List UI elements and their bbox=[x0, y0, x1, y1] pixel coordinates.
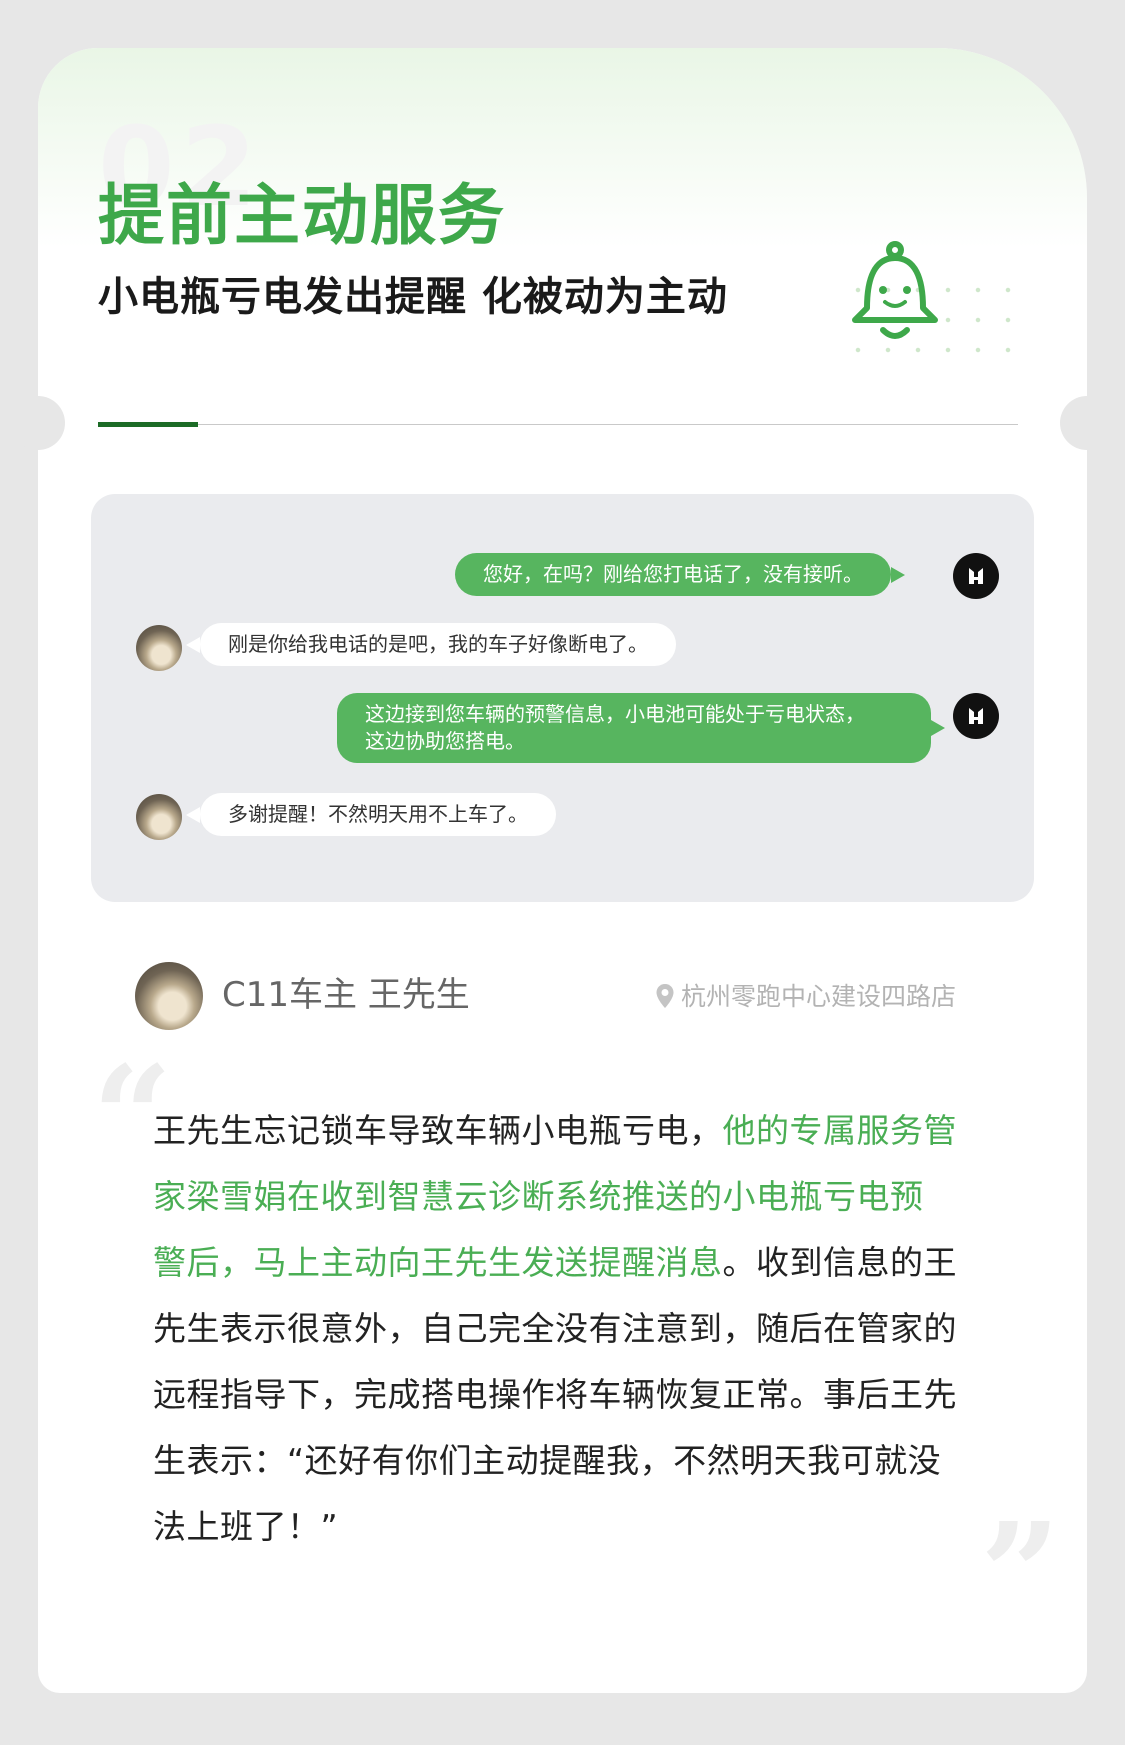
story-segment: 远程指导下，完成搭电操作将车辆恢复正常。事后王先 bbox=[153, 1375, 957, 1414]
story-highlight: 警后，马上主动向王先生发送提醒消息 bbox=[153, 1243, 723, 1282]
story-line: 远程指导下，完成搭电操作将车辆恢复正常。事后王先 bbox=[153, 1362, 1001, 1428]
store-location: 杭州零跑中心建设四路店 bbox=[655, 983, 956, 1009]
chat-message-text: 刚是你给我电话的是吧，我的车子好像断电了。 bbox=[228, 632, 648, 656]
bell-icon bbox=[852, 241, 938, 339]
story-segment: 。收到信息的王 bbox=[722, 1243, 957, 1282]
chat-bubble-user: 多谢提醒！不然明天用不上车了。 bbox=[186, 793, 556, 836]
agent-avatar bbox=[953, 553, 999, 599]
chat-message-line: 这边协助您搭电。 bbox=[365, 729, 525, 753]
page-title: 提前主动服务 bbox=[98, 177, 506, 254]
owner-name: C11车主 王先生 bbox=[222, 975, 470, 1015]
story-line: 警后，马上主动向王先生发送提醒消息。收到信息的王 bbox=[153, 1230, 1001, 1296]
story-line: 生表示：“还好有你们主动提醒我，不然明天我可就没 bbox=[153, 1428, 1001, 1494]
brand-logo-icon bbox=[969, 568, 983, 584]
agent-avatar bbox=[953, 693, 999, 739]
story-segment: 法上班了！” bbox=[153, 1507, 339, 1546]
chat-bubble-agent: 您好，在吗？刚给您打电话了，没有接听。 bbox=[455, 553, 905, 596]
chat-message-text: 多谢提醒！不然明天用不上车了。 bbox=[228, 802, 528, 826]
story-line: 王先生忘记锁车导致车辆小电瓶亏电，他的专属服务管 bbox=[153, 1098, 1001, 1164]
user-avatar bbox=[136, 625, 182, 671]
chat-bubble-agent: 这边接到您车辆的预警信息，小电池可能处于亏电状态， 这边协助您搭电。 bbox=[337, 693, 945, 763]
chat-message-text: 您好，在吗？刚给您打电话了，没有接听。 bbox=[483, 562, 863, 586]
story-line: 法上班了！” bbox=[153, 1494, 1001, 1560]
chat-message-line: 这边接到您车辆的预警信息，小电池可能处于亏电状态， bbox=[365, 702, 865, 726]
brand-logo-icon bbox=[969, 708, 983, 724]
story-line: 家梁雪娟在收到智慧云诊断系统推送的小电瓶亏电预 bbox=[153, 1164, 1001, 1230]
story-highlight: 家梁雪娟在收到智慧云诊断系统推送的小电瓶亏电预 bbox=[153, 1177, 924, 1216]
card-notch-right bbox=[1060, 396, 1114, 450]
divider-accent bbox=[98, 422, 198, 427]
story-segment: 先生表示很意外，自己完全没有注意到，随后在管家的 bbox=[153, 1309, 957, 1348]
owner-avatar bbox=[135, 962, 203, 1030]
story-text: 王先生忘记锁车导致车辆小电瓶亏电，他的专属服务管 家梁雪娟在收到智慧云诊断系统推… bbox=[153, 1098, 1001, 1560]
card-notch-left bbox=[11, 396, 65, 450]
story-segment: 生表示：“还好有你们主动提醒我，不然明天我可就没 bbox=[153, 1441, 942, 1480]
user-avatar bbox=[136, 794, 182, 840]
location-text: 杭州零跑中心建设四路店 bbox=[681, 981, 957, 1011]
page-subtitle: 小电瓶亏电发出提醒 化被动为主动 bbox=[98, 274, 728, 320]
location-pin-icon bbox=[656, 984, 674, 1008]
story-highlight: 他的专属服务管 bbox=[722, 1111, 957, 1150]
chat-bubble-user: 刚是你给我电话的是吧，我的车子好像断电了。 bbox=[186, 623, 676, 666]
divider-line bbox=[98, 424, 1018, 425]
story-line: 先生表示很意外，自己完全没有注意到，随后在管家的 bbox=[153, 1296, 1001, 1362]
story-segment: 王先生忘记锁车导致车辆小电瓶亏电， bbox=[153, 1111, 723, 1150]
